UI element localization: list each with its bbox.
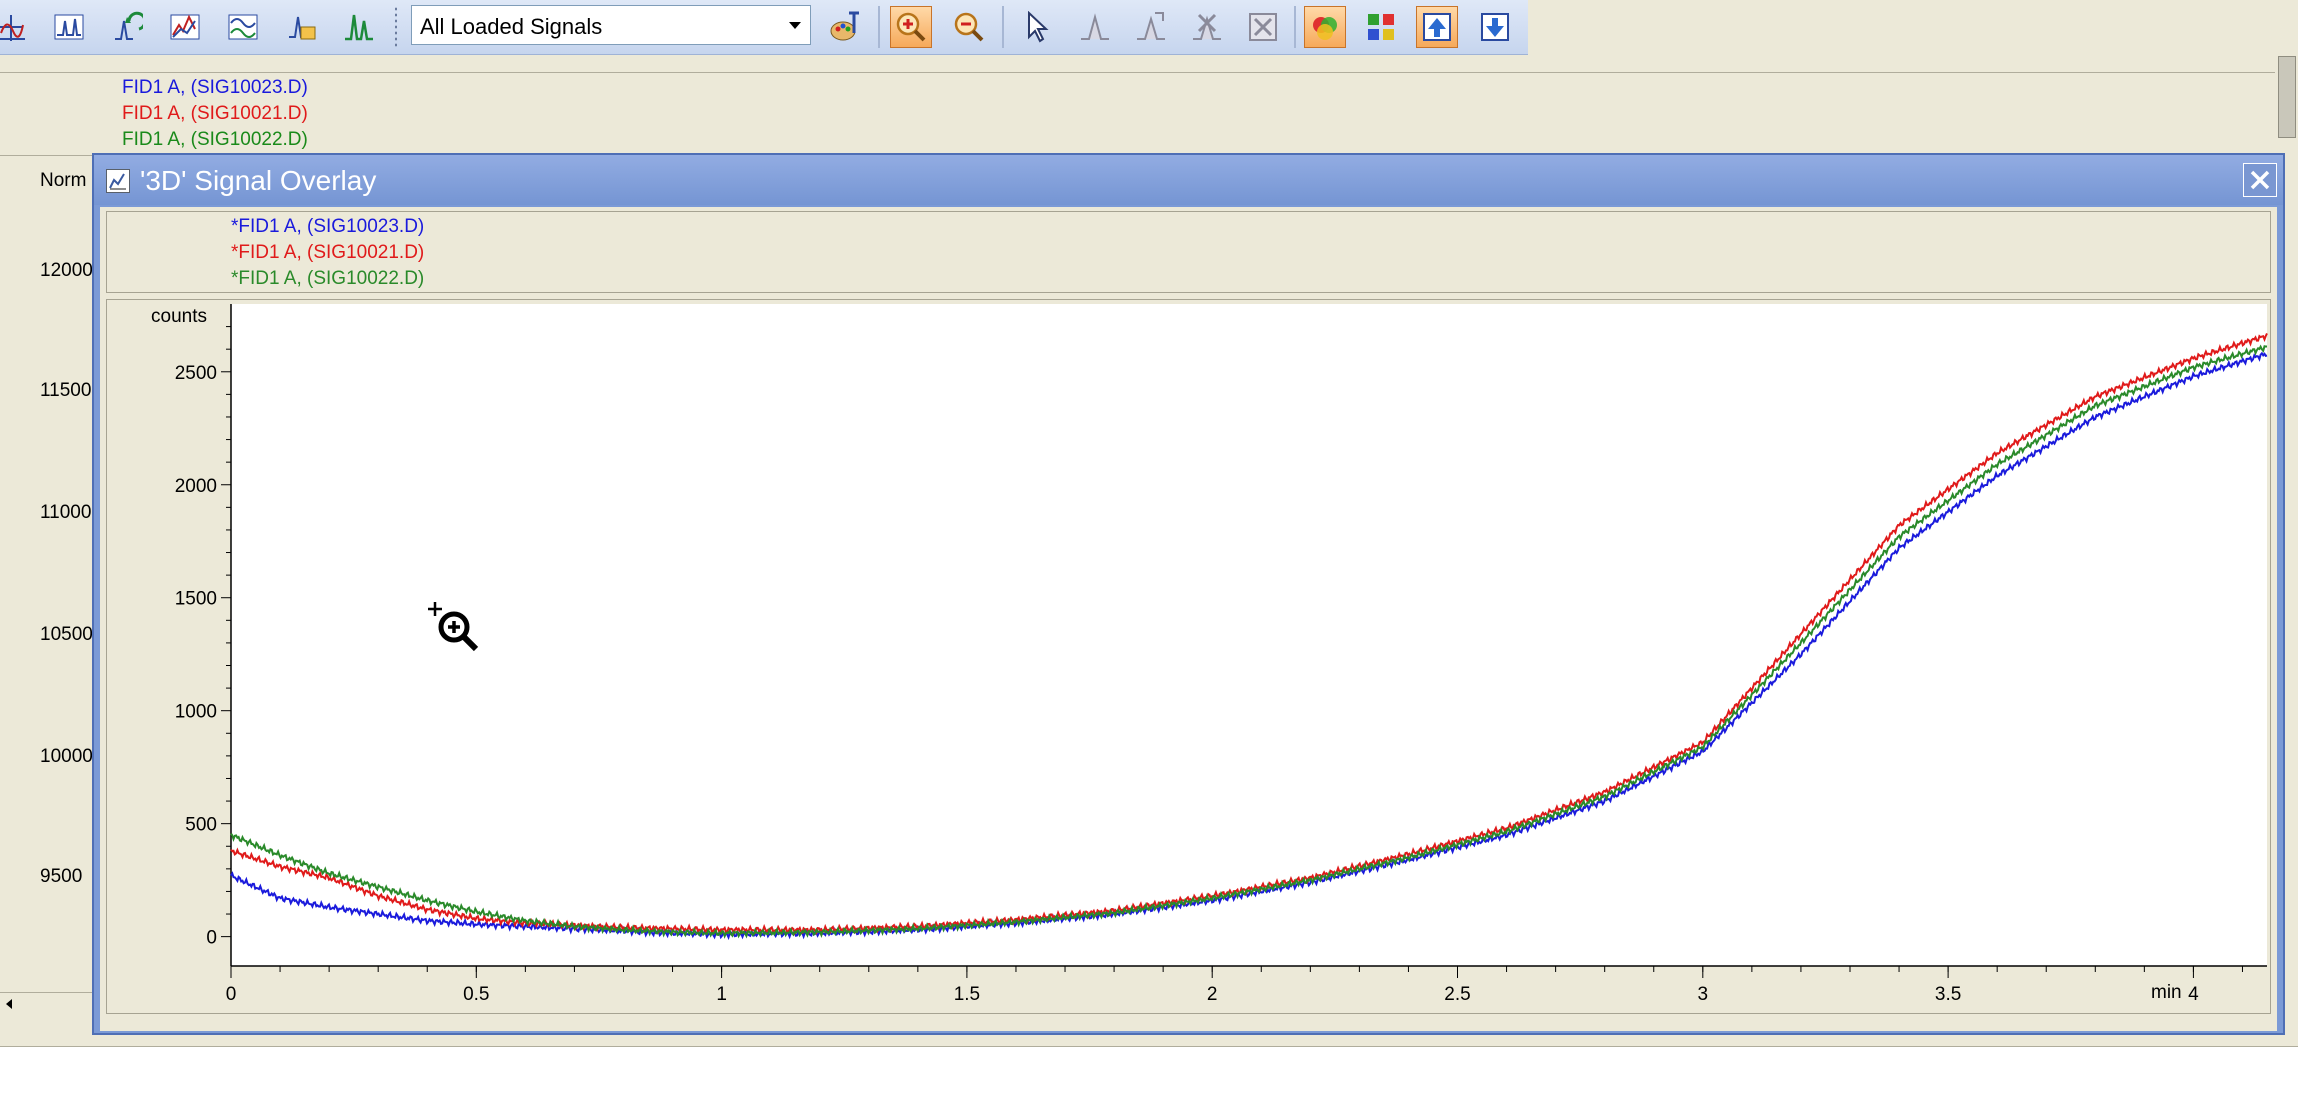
zoom-out-icon[interactable]: [948, 6, 990, 48]
signal-select-value: All Loaded Signals: [420, 14, 603, 39]
background-plot: Norm 12000 11500 11000 10500 10000 9500: [0, 160, 94, 992]
y-tick-label: 1000: [175, 702, 217, 723]
x-tick-label: 3.5: [1935, 984, 1961, 1005]
chevron-down-icon[interactable]: [782, 8, 808, 42]
legend-item: FID1 A, (SIG10022.D): [122, 129, 308, 150]
crosshair-signal-icon[interactable]: [0, 6, 32, 48]
x-tick-label: 1.5: [954, 984, 980, 1005]
legend-item: *FID1 A, (SIG10021.D): [231, 242, 425, 263]
legend-item: *FID1 A, (SIG10022.D): [231, 268, 425, 289]
signal-table-icon[interactable]: [280, 6, 322, 48]
signal-overlay-window: '3D' Signal Overlay *FID1 A, (SIG10023.D…: [92, 153, 2285, 1035]
window-title: '3D' Signal Overlay: [140, 165, 377, 196]
background-ylabel: Norm: [40, 170, 87, 191]
vertical-scrollbar-thumb[interactable]: [2278, 56, 2296, 138]
peak-add-icon[interactable]: [1130, 6, 1172, 48]
background-ytick: 10500: [40, 624, 93, 645]
background-ytick: 10000: [40, 746, 93, 767]
background-legend: FID1 A, (SIG10023.D) FID1 A, (SIG10021.D…: [0, 72, 2275, 156]
zoom-cursor-icon: [428, 602, 479, 652]
clear-icon[interactable]: [1242, 6, 1284, 48]
close-button[interactable]: [2243, 163, 2277, 197]
x-tick-label: 2: [1207, 984, 1218, 1005]
y-tick-label: 0: [206, 928, 217, 949]
select-pointer-icon[interactable]: [1016, 6, 1058, 48]
y-tick-label: 2500: [175, 363, 217, 384]
x-tick-label: 2.5: [1444, 984, 1470, 1005]
background-horizontal-scrollbar[interactable]: [0, 992, 94, 1015]
peak-signal-icon[interactable]: [338, 6, 380, 48]
legend-item: FID1 A, (SIG10021.D): [122, 103, 308, 124]
y-axis-label: counts: [151, 306, 207, 327]
background-ytick: 11500: [40, 380, 92, 401]
peak-delete-icon[interactable]: [1186, 6, 1228, 48]
status-bar: [0, 1046, 2298, 1096]
y-tick-label: 500: [185, 815, 217, 836]
peak-tool-icon[interactable]: [1074, 6, 1116, 48]
overlay-chart-icon[interactable]: [164, 6, 206, 48]
x-tick-label: 1: [716, 984, 727, 1005]
color-signals-icon[interactable]: [1360, 6, 1402, 48]
chromatogram-icon[interactable]: [48, 6, 90, 48]
background-ytick: 9500: [40, 866, 83, 887]
toolbar-separator: [1294, 6, 1296, 48]
toolbar-separator: [878, 6, 880, 48]
y-tick-label: 1500: [175, 589, 217, 610]
toolbar-separator: [1002, 6, 1004, 48]
x-axis-label: min: [2151, 982, 2182, 1003]
signal-select-dropdown[interactable]: All Loaded Signals: [411, 5, 811, 45]
legend-item: *FID1 A, (SIG10023.D): [231, 216, 425, 237]
plot-background: [231, 304, 2267, 966]
refresh-signal-icon[interactable]: [106, 6, 148, 48]
toolbar: All Loaded Signals: [0, 0, 1528, 55]
x-tick-label: 0: [226, 984, 237, 1005]
palette-icon[interactable]: [824, 6, 866, 48]
scroll-left-icon[interactable]: [0, 994, 20, 1014]
x-tick-label: 3: [1698, 984, 1709, 1005]
window-titlebar[interactable]: '3D' Signal Overlay: [94, 155, 2283, 205]
close-icon: [2250, 170, 2270, 190]
chart-window-icon: [106, 169, 130, 193]
background-ytick: 12000: [40, 260, 93, 281]
toolbar-grip[interactable]: [394, 6, 398, 48]
color-overlay-icon[interactable]: [1304, 6, 1346, 48]
stacked-signal-icon[interactable]: [222, 6, 264, 48]
legend-item: FID1 A, (SIG10023.D): [122, 77, 308, 98]
zoom-in-icon[interactable]: [890, 6, 932, 48]
arrow-up-icon[interactable]: [1416, 6, 1458, 48]
y-tick-label: 2000: [175, 476, 217, 497]
arrow-down-icon[interactable]: [1474, 6, 1516, 48]
x-tick-label: 4: [2188, 984, 2199, 1005]
x-tick-label: 0.5: [463, 984, 489, 1005]
overlay-legend: *FID1 A, (SIG10023.D) *FID1 A, (SIG10021…: [106, 211, 2271, 293]
background-ytick: 11000: [40, 502, 92, 523]
